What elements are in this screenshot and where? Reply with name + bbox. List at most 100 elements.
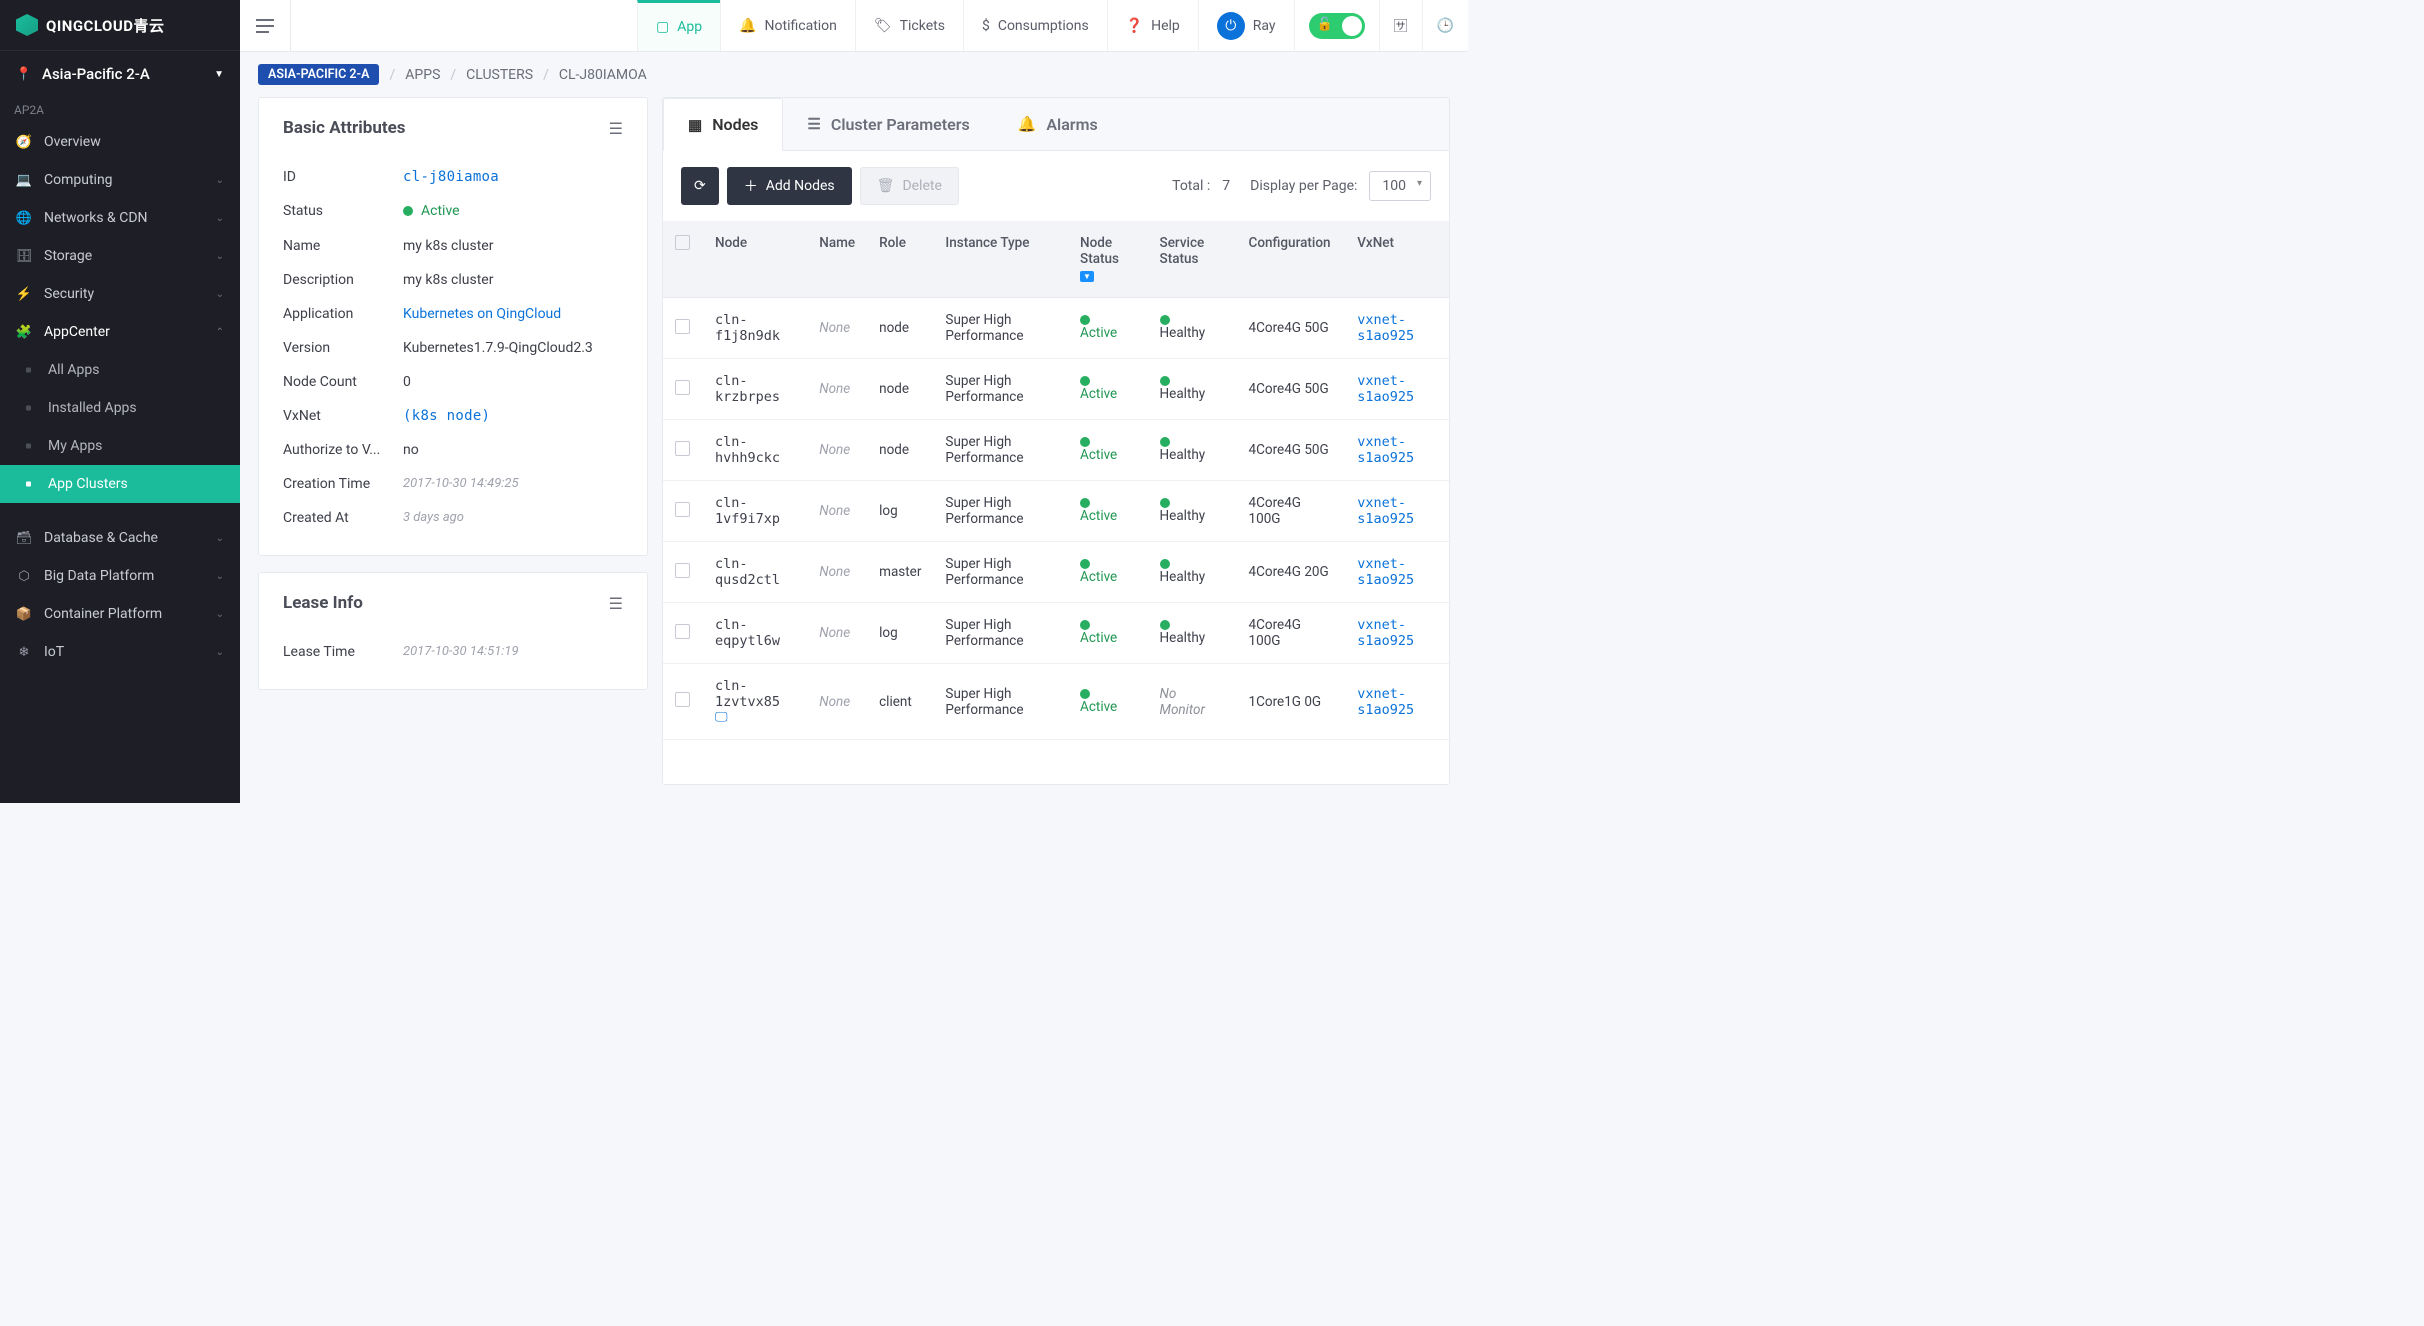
sidebar-sub-allapps[interactable]: All Apps [0,351,240,389]
status-dot-icon [1160,437,1225,447]
separator: / [543,67,549,83]
phone-icon: ▢ [656,19,669,35]
row-checkbox[interactable] [675,563,690,578]
topnav-user[interactable]: ⏻ Ray [1198,0,1294,51]
tab-nodes[interactable]: ▦Nodes [663,98,783,151]
sidebar-item-computing[interactable]: 💻 Computing ⌄ [0,161,240,199]
dollar-icon: $ [982,18,990,34]
crumb-clusters[interactable]: CLUSTERS [466,67,533,83]
sidebar-item-security[interactable]: ⚡ Security ⌄ [0,275,240,313]
chevron-down-icon: ⌄ [216,533,224,544]
topnav-help[interactable]: ❓ Help [1107,0,1198,51]
col-name[interactable]: Name [807,221,867,298]
table-row[interactable]: cln-eqpytl6wNonelogSuper High Performanc… [663,603,1449,664]
table-row[interactable]: cln-1zvtvx85🖵NoneclientSuper High Perfor… [663,664,1449,740]
refresh-button[interactable]: ⟳ [681,167,719,205]
total-value: 7 [1222,178,1230,194]
col-configuration[interactable]: Configuration [1237,221,1346,298]
sidebar-item-overview[interactable]: 🧭 Overview [0,123,240,161]
row-checkbox[interactable] [675,441,690,456]
row-checkbox[interactable] [675,502,690,517]
cluster-id[interactable]: cl-j80iamoa [403,169,623,185]
attr-label: Description [283,272,403,288]
sidebar-item-iot[interactable]: ❄ IoT ⌄ [0,633,240,671]
col-service-status[interactable]: Service Status [1148,221,1237,298]
perpage-select[interactable]: 100 [1369,171,1431,201]
vxnet-link[interactable]: vxnet-s1ao925 [1357,373,1414,405]
topnav-app[interactable]: ▢ App [637,0,720,51]
col-label: Node Status [1080,235,1119,267]
table-row[interactable]: cln-qusd2ctlNonemasterSuper High Perform… [663,542,1449,603]
col-role[interactable]: Role [867,221,933,298]
vxnet-link[interactable]: vxnet-s1ao925 [1357,686,1414,718]
col-vxnet[interactable]: VxNet [1345,221,1449,298]
node-role: log [867,481,933,542]
topnav-tickets[interactable]: 🏷 Tickets [855,0,963,51]
vxnet-link[interactable]: vxnet-s1ao925 [1357,434,1414,466]
col-node-status[interactable]: Node Status▼ [1068,221,1148,298]
service-status: Healthy [1160,508,1206,524]
tab-cluster-parameters[interactable]: ☰Cluster Parameters [783,98,993,150]
sidebar-item-networks[interactable]: 🌐 Networks & CDN ⌄ [0,199,240,237]
table-row[interactable]: cln-f1j8n9dkNonenodeSuper High Performan… [663,298,1449,359]
chevron-up-icon: ⌃ [216,327,224,338]
sidebar-item-storage[interactable]: 🗄 Storage ⌄ [0,237,240,275]
sidebar-sub-installedapps[interactable]: Installed Apps [0,389,240,427]
vxnet-link[interactable]: vxnet-s1ao925 [1357,556,1414,588]
topnav-lang[interactable]: 🈂 [1379,0,1422,51]
chevron-down-icon: ⌄ [216,647,224,658]
configuration: 4Core4G 100G [1237,481,1346,542]
sidebar-item-bigdata[interactable]: ⬡ Big Data Platform ⌄ [0,557,240,595]
sidebar-sub-appclusters[interactable]: App Clusters [0,465,240,503]
cluster-description: my k8s cluster [403,272,623,288]
row-checkbox[interactable] [675,380,690,395]
attr-label: ID [283,169,403,185]
topnav-clock[interactable]: 🕒 [1422,0,1468,51]
card-menu-button[interactable]: ☰ [609,594,623,613]
puzzle-icon: 🧩 [16,324,32,340]
tab-alarms[interactable]: 🔔Alarms [994,98,1122,150]
attr-label: Status [283,203,403,220]
lock-toggle[interactable]: 🔓 [1294,0,1379,51]
sidebar-sub-myapps[interactable]: My Apps [0,427,240,465]
node-role: node [867,298,933,359]
status-dot-icon [1080,620,1136,630]
chevron-down-icon: ▼ [214,69,224,80]
topnav-consumptions[interactable]: $ Consumptions [963,0,1107,51]
crumb-apps[interactable]: APPS [405,67,440,83]
status-dot-icon [1080,498,1136,508]
sidebar-item-appcenter[interactable]: 🧩 AppCenter ⌃ [0,313,240,351]
row-checkbox[interactable] [675,692,690,707]
crumb-region[interactable]: ASIA-PACIFIC 2-A [258,64,379,85]
brand-logo[interactable]: QINGCLOUD青云 [0,0,240,51]
clock-icon: 🕒 [1437,18,1454,34]
col-node[interactable]: Node [703,221,807,298]
instance-type: Super High Performance [933,542,1068,603]
row-checkbox[interactable] [675,624,690,639]
sidebar-item-database[interactable]: 🗃 Database & Cache ⌄ [0,519,240,557]
topnav-notification[interactable]: 🔔 Notification [720,0,855,51]
add-nodes-button[interactable]: ＋Add Nodes [727,167,852,205]
configuration: 4Core4G 100G [1237,603,1346,664]
card-menu-button[interactable]: ☰ [609,119,623,138]
vxnet-link[interactable]: vxnet-s1ao925 [1357,495,1414,527]
vxnet-link[interactable]: vxnet-s1ao925 [1357,617,1414,649]
cluster-vxnet[interactable]: (k8s node) [403,408,623,424]
select-all-checkbox[interactable] [675,235,690,250]
vxnet-link[interactable]: vxnet-s1ao925 [1357,312,1414,344]
table-row[interactable]: cln-krzbrpesNonenodeSuper High Performan… [663,359,1449,420]
database-icon: 🗃 [16,530,32,546]
monitor-icon[interactable]: 🖵 [715,710,795,725]
delete-button: 🗑Delete [860,167,959,205]
node-status: Active [1080,699,1117,715]
row-checkbox[interactable] [675,319,690,334]
cluster-application[interactable]: Kubernetes on QingCloud [403,306,623,322]
col-instance-type[interactable]: Instance Type [933,221,1068,298]
sidebar-item-container[interactable]: 📦 Container Platform ⌄ [0,595,240,633]
sidebar-toggle-button[interactable] [256,19,274,33]
node-status: Active [1080,447,1117,463]
node-role: log [867,603,933,664]
region-selector[interactable]: 📍 Asia-Pacific 2-A ▼ [0,51,240,97]
table-row[interactable]: cln-hvhh9ckcNonenodeSuper High Performan… [663,420,1449,481]
table-row[interactable]: cln-1vf9i7xpNonelogSuper High Performanc… [663,481,1449,542]
